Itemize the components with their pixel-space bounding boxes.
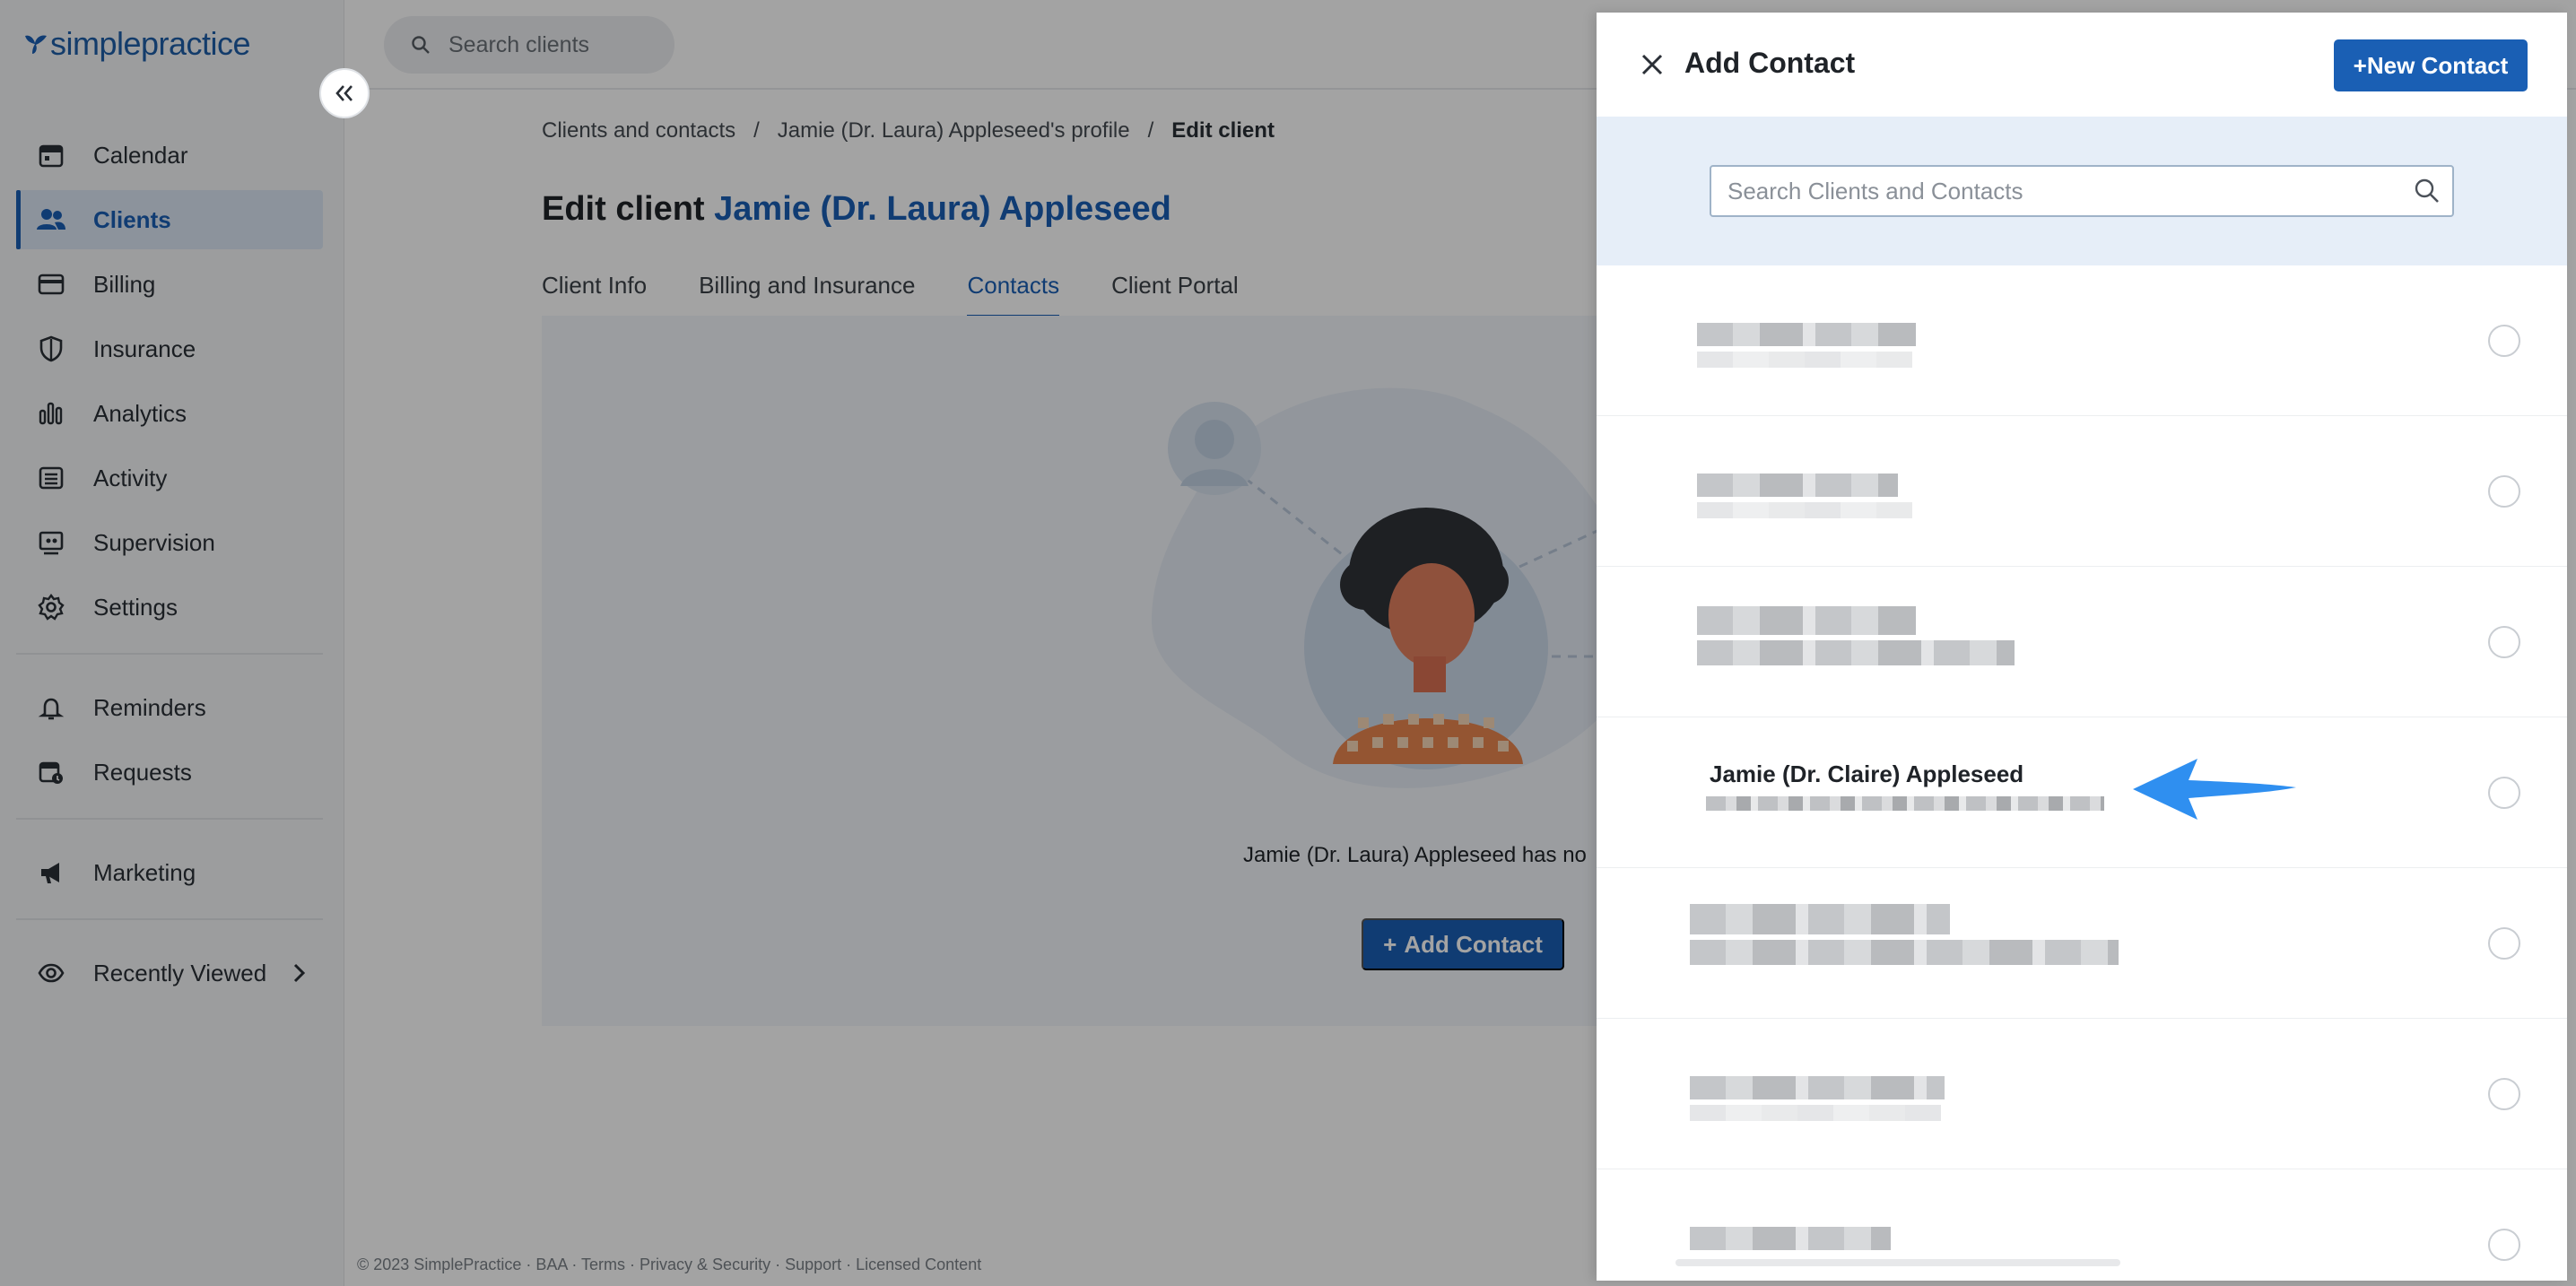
contact-result-row[interactable] [1597,416,2567,567]
contact-result-row[interactable] [1597,1019,2567,1169]
contact-name: Jamie (Dr. Claire) Appleseed [1710,760,2024,787]
annotation-arrow-icon [2133,759,2296,820]
drawer-header: Add Contact +New Contact [1597,13,2567,117]
redacted-contact-info [1697,323,1916,373]
contact-select-radio[interactable] [2488,777,2520,809]
horizontal-scrollbar[interactable] [1675,1259,2120,1266]
drawer-title: Add Contact [1684,47,1856,79]
close-icon [1641,54,1663,75]
contact-select-radio[interactable] [2488,475,2520,508]
close-drawer-button[interactable] [1632,45,1672,84]
search-icon[interactable] [2402,178,2452,204]
contact-results-list: Jamie (Dr. Claire) Appleseed [1597,265,2567,1281]
contact-result-row[interactable] [1597,265,2567,416]
redacted-contact-info [1697,474,1912,524]
redacted-contact-info [1690,1076,1945,1126]
contact-select-radio[interactable] [2488,927,2520,960]
contact-select-radio[interactable] [2488,1078,2520,1110]
contact-result-row[interactable] [1597,567,2567,717]
new-contact-button[interactable]: +New Contact [2334,39,2528,91]
app-window: simplepractice Calendar Clients Billing [0,0,2576,1286]
redacted-contact-info [1690,1227,1891,1256]
contact-result-row[interactable] [1597,868,2567,1019]
add-contact-drawer: Add Contact +New Contact Search Clients … [1597,13,2567,1281]
contact-search-input[interactable] [1711,167,2402,215]
contact-search-band [1597,117,2567,265]
contact-result-row-target[interactable]: Jamie (Dr. Claire) Appleseed [1597,717,2567,868]
redacted-contact-info [1697,606,2015,671]
contact-search-field[interactable] [1710,165,2454,217]
double-chevron-left-icon [335,85,352,101]
redacted-contact-email [1706,796,2104,811]
collapse-sidebar-button[interactable] [319,68,370,118]
contact-select-radio[interactable] [2488,626,2520,658]
contact-select-radio[interactable] [2488,1229,2520,1261]
redacted-contact-info [1690,904,2119,970]
contact-select-radio[interactable] [2488,325,2520,357]
